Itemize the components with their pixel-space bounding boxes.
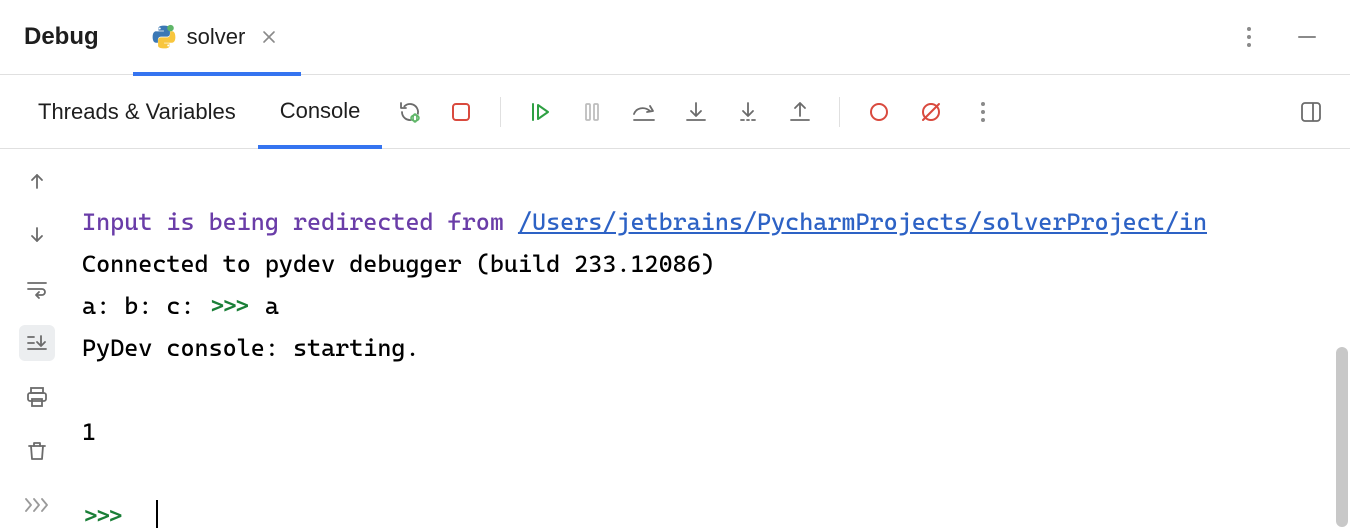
- show-python-prompt-icon[interactable]: [19, 487, 55, 523]
- clear-icon[interactable]: [19, 433, 55, 469]
- console-line: [82, 376, 96, 404]
- separator: [839, 97, 840, 127]
- subheader-right: [1296, 97, 1334, 127]
- pause-icon[interactable]: [577, 97, 607, 127]
- debug-tool-window-header: Debug solver: [0, 0, 1350, 75]
- text-cursor: [156, 500, 158, 528]
- view-breakpoints-icon[interactable]: [864, 97, 894, 127]
- more-options-icon[interactable]: [1234, 22, 1264, 52]
- debug-toolbar: [394, 97, 998, 127]
- console-line: [82, 460, 96, 488]
- print-icon[interactable]: [19, 379, 55, 415]
- separator: [500, 97, 501, 127]
- soft-wrap-icon[interactable]: [19, 271, 55, 307]
- step-out-icon[interactable]: [785, 97, 815, 127]
- step-into-icon[interactable]: [681, 97, 711, 127]
- close-tab-icon[interactable]: [255, 29, 283, 45]
- console-line: PyDev console: starting.: [82, 334, 420, 362]
- python-icon: [151, 24, 177, 50]
- stop-icon[interactable]: [446, 97, 476, 127]
- scroll-to-end-icon[interactable]: [19, 325, 55, 361]
- minimize-icon[interactable]: [1292, 22, 1322, 52]
- console-line: a: b: c: >>> a: [82, 292, 279, 320]
- header-right-actions: [1234, 22, 1342, 52]
- console-line: Input is being redirected from /Users/je…: [82, 208, 1207, 236]
- run-config-label: solver: [187, 24, 246, 50]
- resume-icon[interactable]: [525, 97, 555, 127]
- layout-settings-icon[interactable]: [1296, 97, 1326, 127]
- debug-subheader: Threads & Variables Console: [0, 75, 1350, 149]
- console-gutter: [0, 149, 74, 532]
- tab-console[interactable]: Console: [258, 76, 383, 149]
- console-line: Connected to pydev debugger (build 233.1…: [82, 250, 715, 278]
- step-over-icon[interactable]: [629, 97, 659, 127]
- tab-threads-variables[interactable]: Threads & Variables: [16, 75, 258, 148]
- run-config-tab[interactable]: solver: [133, 2, 302, 76]
- console-body: Input is being redirected from /Users/je…: [0, 149, 1350, 532]
- scroll-down-icon[interactable]: [19, 217, 55, 253]
- redirect-source-link[interactable]: /Users/jetbrains/PycharmProjects/solverP…: [518, 208, 1207, 236]
- step-into-mycode-icon[interactable]: [733, 97, 763, 127]
- console-output[interactable]: Input is being redirected from /Users/je…: [74, 149, 1350, 532]
- more-debug-options-icon[interactable]: [968, 97, 998, 127]
- console-prompt-line[interactable]: >>>: [82, 502, 158, 530]
- scroll-up-icon[interactable]: [19, 163, 55, 199]
- mute-breakpoints-icon[interactable]: [916, 97, 946, 127]
- rerun-debug-icon[interactable]: [394, 97, 424, 127]
- tool-window-title: Debug: [8, 23, 115, 51]
- vertical-scrollbar[interactable]: [1336, 347, 1348, 527]
- console-line: 1: [82, 418, 96, 446]
